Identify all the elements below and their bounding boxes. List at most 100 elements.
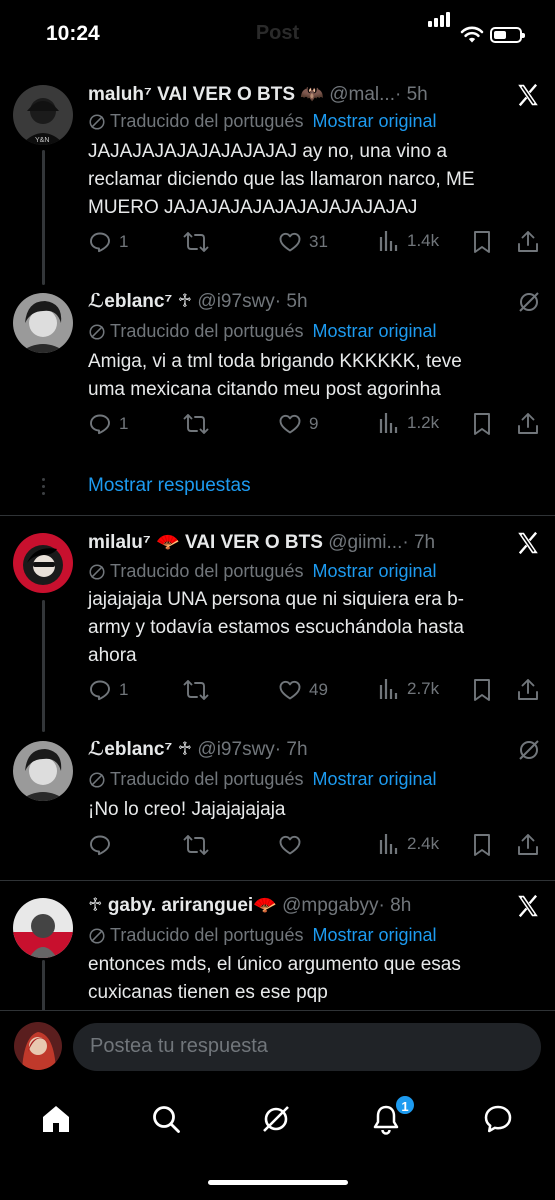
translate-globe-icon	[89, 113, 105, 130]
reply-button[interactable]: 1	[88, 678, 128, 702]
share-button[interactable]	[516, 678, 547, 702]
translate-globe-icon	[89, 323, 105, 340]
translated-note: Traducido del portugués Mostrar original	[88, 561, 437, 582]
translate-globe-icon	[89, 771, 105, 788]
x-logo-icon[interactable]	[515, 82, 541, 113]
show-original-link[interactable]: Mostrar original	[312, 561, 436, 582]
post-time: · 5h	[394, 84, 428, 105]
translate-globe-icon	[89, 927, 105, 944]
like-button[interactable]: 9	[278, 412, 318, 436]
user-handle[interactable]: @mpgabyy	[282, 895, 378, 916]
bookmark-icon	[474, 413, 490, 435]
reply-count: 1	[119, 414, 129, 433]
display-name[interactable]: milalu⁷ 🪭 VAI VER O BTS	[88, 532, 323, 553]
thread-line	[42, 600, 45, 732]
post-time: · 7h	[274, 739, 308, 760]
avatar[interactable]	[13, 293, 73, 353]
show-replies-link[interactable]: Mostrar respuestas	[88, 475, 251, 497]
reply-composer: Postea tu respuesta	[0, 1010, 555, 1085]
repost-button[interactable]	[183, 230, 216, 254]
show-original-link[interactable]: Mostrar original	[312, 925, 436, 946]
share-button[interactable]	[516, 230, 547, 254]
avatar[interactable]	[13, 741, 73, 801]
tab-grok[interactable]	[256, 1099, 296, 1139]
post-header: milalu⁷ 🪭 VAI VER O BTS @giimi...· 7h	[88, 530, 435, 554]
post-text: JAJAJAJAJAJAJAJAJAJ ay no, una vino a re…	[88, 141, 475, 218]
bookmark-icon	[474, 231, 490, 253]
display-name[interactable]: ♱ gaby. ariranguei🪭	[88, 895, 277, 916]
status-bar: Post 10:24	[0, 0, 555, 70]
x-logo-icon[interactable]	[515, 530, 541, 561]
bookmark-button[interactable]	[471, 412, 500, 436]
reply-icon	[90, 835, 110, 856]
translated-label: Traducido del portugués	[110, 925, 304, 945]
home-icon	[43, 1106, 69, 1132]
reply-button[interactable]: 1	[88, 412, 128, 436]
views-button[interactable]: 2.4k	[378, 833, 439, 855]
repost-button[interactable]	[183, 678, 216, 702]
avatar[interactable]: Y&N	[13, 85, 73, 145]
reply-button[interactable]	[88, 833, 119, 857]
translated-label: Traducido del portugués	[110, 561, 304, 581]
status-time: 10:24	[46, 22, 100, 45]
repost-icon	[183, 414, 209, 434]
views-button[interactable]: 2.7k	[378, 678, 439, 700]
repost-icon	[183, 232, 209, 252]
show-original-link[interactable]: Mostrar original	[312, 769, 436, 790]
my-avatar[interactable]	[14, 1022, 62, 1070]
tab-home[interactable]	[36, 1099, 76, 1139]
display-name[interactable]: ℒeblanc⁷ ♱	[88, 739, 192, 760]
share-button[interactable]	[516, 412, 547, 436]
x-logo-icon[interactable]	[515, 893, 541, 924]
post-time: · 5h	[274, 291, 308, 312]
show-original-link[interactable]: Mostrar original	[312, 321, 436, 342]
tab-search[interactable]	[146, 1099, 186, 1139]
views-button[interactable]: 1.2k	[378, 412, 439, 434]
like-button[interactable]	[278, 833, 309, 857]
like-button[interactable]: 31	[278, 230, 328, 254]
bookmark-icon	[474, 834, 490, 856]
bookmark-button[interactable]	[471, 833, 500, 857]
heart-icon	[279, 680, 301, 700]
user-handle[interactable]: @giimi...	[328, 532, 402, 553]
bookmark-button[interactable]	[471, 230, 500, 254]
views-button[interactable]: 1.4k	[378, 230, 439, 252]
avatar[interactable]	[13, 898, 73, 958]
reply-count: 1	[119, 232, 129, 251]
user-handle[interactable]: @i97swy	[197, 739, 274, 760]
post-header: maluh⁷ VAI VER O BTS 🦇 @mal...· 5h	[88, 82, 428, 106]
thread-line	[42, 150, 45, 285]
repost-button[interactable]	[183, 833, 216, 857]
reply-button[interactable]: 1	[88, 230, 128, 254]
action-bar: 1 49 2.7k	[88, 678, 543, 706]
post-text: jajajajaja UNA persona que ni siquiera e…	[88, 589, 465, 666]
divider	[0, 515, 555, 516]
heart-icon	[279, 835, 301, 855]
repost-button[interactable]	[183, 412, 216, 436]
post-header: ♱ gaby. ariranguei🪭 @mpgabyy· 8h	[88, 893, 411, 917]
post-time: · 8h	[378, 895, 412, 916]
like-button[interactable]: 49	[278, 678, 328, 702]
user-handle[interactable]: @mal...	[329, 84, 395, 105]
action-bar: 1 31 1.4k	[88, 230, 543, 258]
share-button[interactable]	[516, 833, 547, 857]
action-bar: 2.4k	[88, 833, 543, 861]
translate-globe-icon	[89, 563, 105, 580]
grok-icon[interactable]	[517, 290, 541, 319]
post-time: · 7h	[402, 532, 436, 553]
display-name[interactable]: ℒeblanc⁷ ♱	[88, 291, 192, 312]
svg-text:Y&N: Y&N	[35, 137, 49, 144]
views-chart-icon	[379, 413, 398, 433]
grok-icon[interactable]	[517, 738, 541, 767]
bookmark-button[interactable]	[471, 678, 500, 702]
home-indicator	[208, 1180, 348, 1185]
avatar[interactable]	[13, 533, 73, 593]
post-text: ¡No lo creo! Jajajajajaja	[88, 799, 286, 820]
show-original-link[interactable]: Mostrar original	[312, 111, 436, 132]
share-icon	[518, 231, 538, 252]
display-name[interactable]: maluh⁷ VAI VER O BTS 🦇	[88, 84, 324, 105]
tab-messages[interactable]	[478, 1099, 518, 1139]
view-count: 1.4k	[407, 231, 440, 250]
user-handle[interactable]: @i97swy	[197, 291, 274, 312]
reply-input[interactable]: Postea tu respuesta	[73, 1023, 541, 1071]
